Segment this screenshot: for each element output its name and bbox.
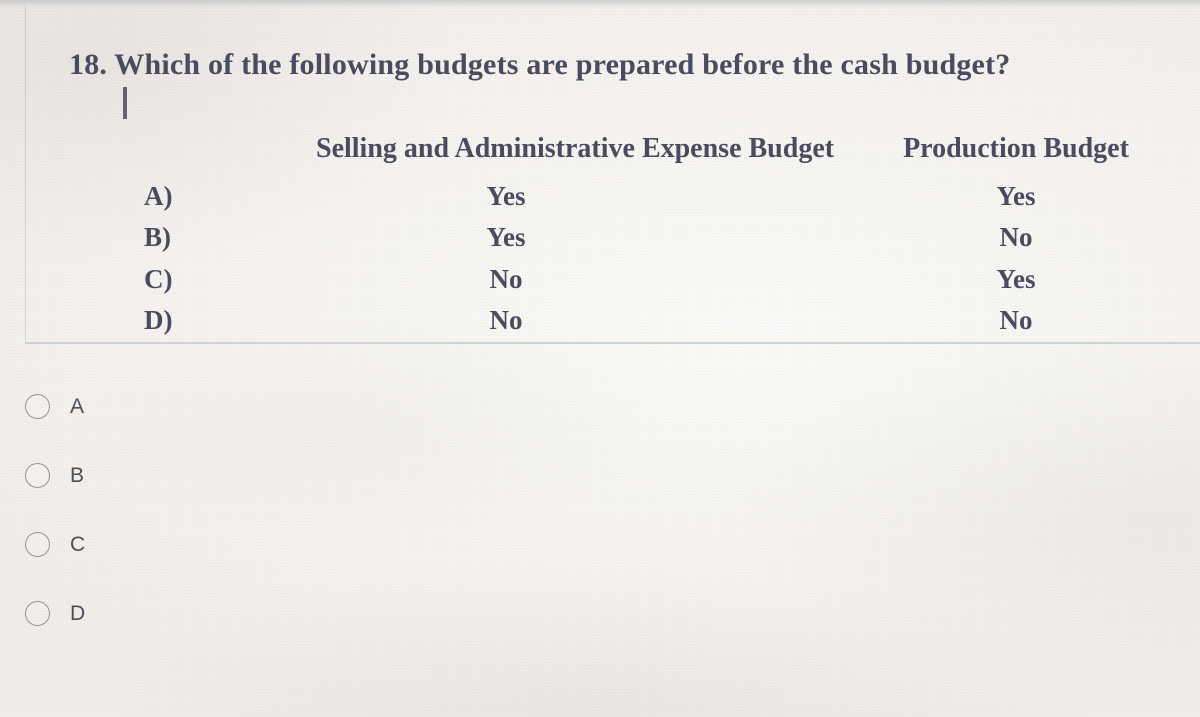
column-header-letter <box>26 133 316 176</box>
cell-b-spacer <box>696 217 871 258</box>
cell-d-selling-admin: No <box>489 304 523 335</box>
cell-c-selling-admin: No <box>489 263 523 294</box>
option-label-b: B <box>70 464 85 487</box>
table-row: B) Yes No <box>26 217 1161 258</box>
table-row: D) No No <box>26 300 1161 341</box>
question-stem-text: 18. Which of the following budgets are p… <box>69 48 1011 81</box>
option-label-d: D <box>70 602 86 625</box>
option-row-b[interactable]: B <box>0 441 400 510</box>
cell-d-spacer <box>696 300 871 341</box>
column-header-selling-admin: Selling and Administrative Expense Budge… <box>316 133 835 164</box>
radio-button-b-icon[interactable] <box>25 463 50 488</box>
answer-choice-table: Selling and Administrative Expense Budge… <box>26 133 1200 341</box>
cell-a-spacer <box>696 176 871 217</box>
table-row: A) Yes Yes <box>26 176 1161 217</box>
option-row-c[interactable]: C <box>0 510 400 579</box>
text-caret <box>123 87 127 119</box>
row-letter-d: D) <box>144 304 173 335</box>
option-row-a[interactable]: A <box>0 372 400 441</box>
answer-options-list: A B C D <box>0 372 400 648</box>
cell-c-spacer <box>696 259 871 300</box>
row-letter-a: A) <box>144 181 173 211</box>
cell-d-production: No <box>999 304 1033 335</box>
radio-button-a-icon[interactable] <box>25 394 50 419</box>
cell-a-production: Yes <box>996 181 1036 211</box>
table-header-row: Selling and Administrative Expense Budge… <box>26 133 1161 176</box>
cell-b-production: No <box>999 222 1033 253</box>
question-page: 18. Which of the following budgets are p… <box>0 0 1200 717</box>
option-row-d[interactable]: D <box>0 579 400 648</box>
cell-a-selling-admin: Yes <box>486 181 526 211</box>
radio-button-c-icon[interactable] <box>25 532 50 557</box>
cell-b-selling-admin: Yes <box>486 222 526 253</box>
row-letter-b: B) <box>144 222 171 253</box>
row-letter-c: C) <box>144 263 173 294</box>
choices-table-head: Selling and Administrative Expense Budge… <box>26 133 1161 176</box>
column-header-production: Production Budget <box>903 133 1129 164</box>
table-row: C) No Yes <box>26 259 1161 300</box>
cell-c-production: Yes <box>996 263 1036 294</box>
choices-table: Selling and Administrative Expense Budge… <box>26 133 1161 341</box>
radio-button-d-icon[interactable] <box>25 601 50 626</box>
option-label-c: C <box>70 533 86 556</box>
question-block: 18. Which of the following budgets are p… <box>25 5 1200 344</box>
choices-table-body: A) Yes Yes B) Yes No C) No Yes D) No No <box>26 176 1161 341</box>
option-label-a: A <box>70 395 85 418</box>
